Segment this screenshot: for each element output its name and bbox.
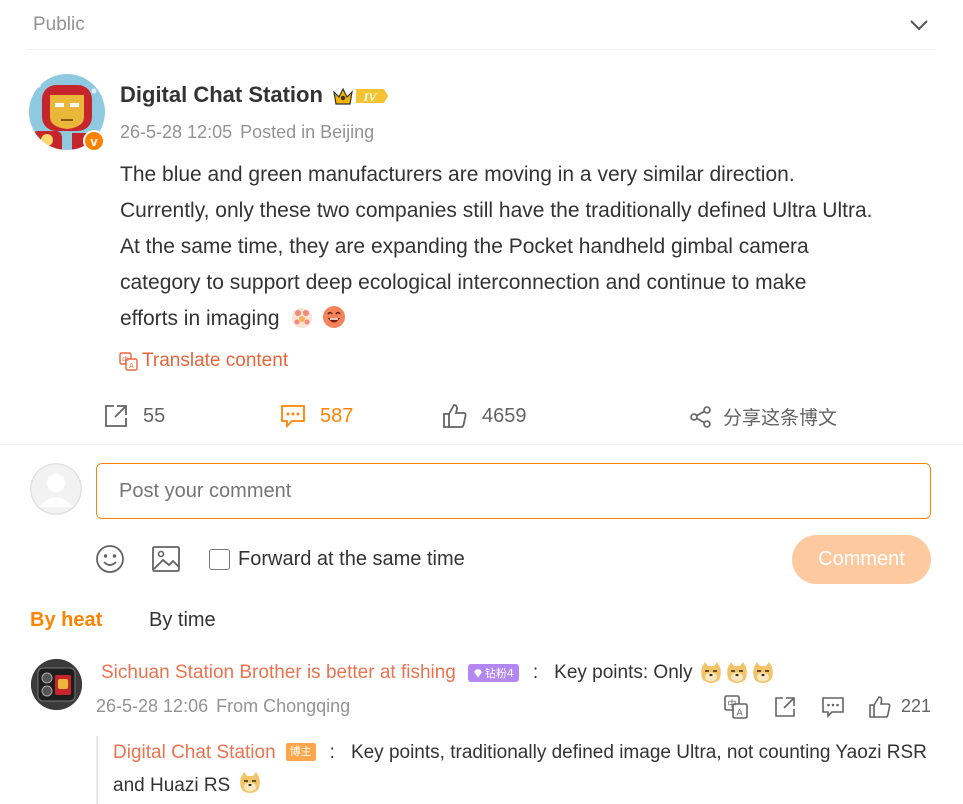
translate-link[interactable]: 中 A Translate content — [119, 350, 288, 372]
share-icon — [690, 405, 711, 428]
fan-badge-text: 钻粉4 — [484, 667, 514, 680]
translate-icon: 中 A — [119, 351, 138, 371]
fan-level-badge: 钻粉4 — [467, 664, 519, 682]
post-line-text: efforts in imaging — [120, 307, 280, 330]
post-line-last: efforts in imaging — [120, 301, 940, 337]
post-body: The blue and green manufacturers are mov… — [120, 157, 940, 337]
post-meta: 26-5-28 12:05 Posted in Beijing — [120, 122, 374, 143]
comment-count: 587 — [320, 404, 354, 427]
laughing-face-emoji-icon — [323, 306, 346, 328]
doge-emoji-icon — [239, 772, 260, 793]
post-line: Currently, only these two companies stil… — [120, 199, 873, 222]
comment-colon: : — [532, 662, 539, 683]
svg-text:中: 中 — [728, 698, 737, 710]
forward-icon — [105, 405, 127, 427]
comment-location: From Chongqing — [216, 696, 351, 716]
chevron-down-icon[interactable] — [908, 14, 930, 36]
forward-icon[interactable] — [773, 695, 797, 719]
post-line: The blue and green manufacturers are mov… — [120, 163, 795, 186]
tab-by-time[interactable]: By time — [149, 609, 216, 632]
comment-text: Key points: Only — [554, 662, 693, 683]
like-count: 4659 — [482, 404, 527, 427]
commenter-name[interactable]: Sichuan Station Brother is better at fis… — [101, 662, 456, 684]
reply-colon: : — [329, 742, 335, 763]
svg-text:中: 中 — [122, 355, 129, 364]
reply-comment-icon[interactable] — [821, 695, 845, 719]
tab-by-heat[interactable]: By heat — [30, 609, 102, 632]
post-location: Posted in Beijing — [240, 122, 375, 142]
image-upload-icon[interactable] — [151, 544, 181, 574]
comment-like-count: 221 — [901, 696, 932, 716]
member-crown-badge-icon[interactable]: IV — [332, 84, 390, 108]
forward-same-time-label: Forward at the same time — [238, 548, 465, 570]
blogger-badge: 博主 — [285, 743, 316, 761]
comment-meta: 26-5-28 12:06 From Chongqing — [96, 696, 350, 717]
translate-label: Translate content — [142, 350, 289, 371]
post-line: At the same time, they are expanding the… — [120, 235, 809, 258]
like-button[interactable]: 4659 — [442, 403, 527, 429]
level-badge-text: IV — [363, 90, 378, 104]
weibo-post-page: Public v Digital Chat Station IV 26-5-28… — [0, 0, 963, 804]
doge-emoji-icon — [752, 662, 773, 683]
reply-item: Digital Chat Station 博主: Key points, tradi… — [96, 736, 931, 804]
svg-text:A: A — [129, 362, 134, 370]
post-date[interactable]: 26-5-28 12:05 — [120, 122, 232, 142]
translate-icon[interactable]: 中 A — [724, 695, 748, 719]
comment-toggle-button[interactable]: 587 — [280, 403, 353, 429]
submit-comment-button[interactable]: Comment — [792, 535, 931, 584]
cake-emoji-icon — [292, 308, 313, 328]
comment-date: 26-5-28 12:06 — [96, 696, 209, 716]
share-button[interactable]: 分享这条博文 — [689, 403, 837, 430]
doge-emoji-icon — [726, 662, 747, 683]
forward-count: 55 — [143, 404, 166, 427]
emoji-picker-icon[interactable] — [95, 544, 125, 574]
commenter-avatar[interactable] — [31, 659, 82, 710]
post-line: category to support deep ecological inte… — [120, 271, 807, 294]
thumbs-up-icon[interactable] — [868, 695, 892, 719]
doge-emoji-icon — [700, 662, 721, 683]
visibility-bar: Public — [28, 0, 936, 50]
forward-checkbox[interactable] — [209, 549, 230, 570]
comment-icon — [281, 405, 305, 429]
diamond-icon — [473, 669, 482, 677]
comment-input[interactable] — [96, 463, 931, 519]
current-user-avatar — [30, 463, 82, 515]
reply-author-name[interactable]: Digital Chat Station — [113, 742, 276, 763]
svg-text:A: A — [737, 709, 744, 719]
share-label: 分享这条博文 — [723, 407, 838, 429]
visibility-label: Public — [33, 14, 85, 35]
forward-button[interactable]: 55 — [103, 403, 165, 429]
forward-same-time-option[interactable]: Forward at the same time — [209, 548, 465, 571]
comment-header: Sichuan Station Brother is better at fis… — [101, 661, 775, 685]
author-avatar[interactable]: v — [28, 73, 106, 152]
post-action-bar: 55 587 4659 分享这条博文 — [0, 395, 963, 445]
svg-text:v: v — [90, 134, 98, 149]
thumbs-up-icon — [443, 404, 467, 428]
author-name[interactable]: Digital Chat Station — [120, 82, 323, 108]
